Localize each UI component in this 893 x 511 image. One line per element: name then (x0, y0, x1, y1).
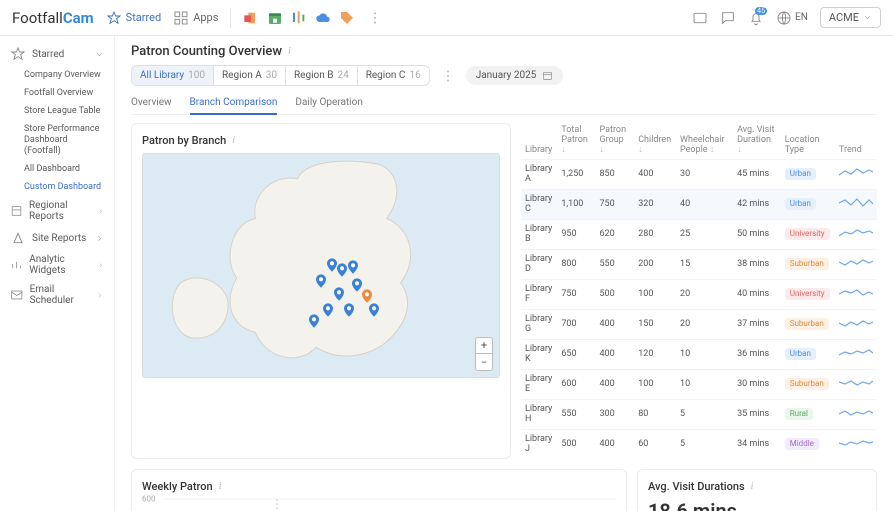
starred-link[interactable]: Starred (106, 10, 162, 26)
map-pin[interactable] (369, 303, 379, 317)
avd-card: Avg. Visit Durationsi 18.6 mins ↑ 6.3% 5… (637, 469, 877, 511)
sidebar: StarredCompany OverviewFootfall Overview… (0, 36, 115, 511)
table-row[interactable]: Library F7505001002040 minsUniversity (521, 279, 877, 309)
sidebar-item[interactable]: Regional Reports (0, 196, 114, 226)
table-row[interactable]: Library H55030080535 minsRural (521, 399, 877, 429)
segment-region b[interactable]: Region B 24 (286, 66, 358, 85)
th[interactable]: Total Patron ↓ (557, 123, 595, 159)
segment-all library[interactable]: All Library 100 (132, 66, 214, 85)
region-segments: All Library 100Region A 30Region B 24Reg… (131, 65, 430, 86)
map-card: Patron by Branchi + − (131, 123, 511, 459)
info-icon[interactable]: i (288, 46, 291, 57)
th[interactable]: Avg. Visit Duration ↓ (733, 123, 781, 159)
map-pin[interactable] (309, 314, 319, 328)
sidebar-item[interactable]: All Dashboard (0, 160, 114, 178)
icon-sliders[interactable] (291, 10, 307, 26)
sidebar-section-starred[interactable]: Starred (0, 42, 114, 66)
sidebar-item[interactable]: Email Scheduler (0, 280, 114, 310)
segment-region a[interactable]: Region A 30 (214, 66, 286, 85)
lang-switch[interactable]: EN (776, 10, 808, 26)
th[interactable]: Patron Group ↓ (596, 123, 635, 159)
sidebar-item[interactable]: Company Overview (0, 66, 114, 84)
icon-stack[interactable] (243, 10, 259, 26)
map-pin[interactable] (352, 278, 362, 292)
logo[interactable]: FootfallCam (12, 9, 94, 27)
table-row[interactable]: Library A1,2508504003045 minsUrban (521, 159, 877, 189)
icon-cloud[interactable] (315, 10, 331, 26)
table-row[interactable]: Library E6004001001030 minsSuburban (521, 369, 877, 399)
map-pin[interactable] (327, 258, 337, 272)
sidebar-item[interactable]: Custom Dashboard (0, 178, 114, 196)
sidebar-item[interactable]: Site Reports (0, 226, 114, 250)
avd-value: 18.6 mins (648, 499, 737, 511)
tab[interactable]: Branch Comparison (190, 92, 278, 115)
table-row[interactable]: Library D8005502001538 minsSuburban (521, 249, 877, 279)
tab[interactable]: Daily Operation (295, 92, 362, 115)
th[interactable]: Children ↓ (634, 123, 676, 159)
table-row[interactable]: Library G7004001502037 minsSuburban (521, 309, 877, 339)
notification-bell[interactable]: 45 (748, 10, 764, 26)
map[interactable]: + − (142, 153, 500, 378)
main: Patron Counting Overview i All Library 1… (115, 36, 893, 511)
icon-tag[interactable] (339, 10, 355, 26)
more-vert-icon[interactable] (367, 10, 383, 26)
sidebar-item[interactable]: Store Performance Dashboard (Footfall) (0, 120, 114, 160)
table-row[interactable]: Library K6504001201036 minsUrban (521, 339, 877, 369)
weekly-chart[interactable]: 6004002000Week 2Weekly Patron 300Week 1W… (142, 499, 616, 511)
tab[interactable]: Overview (131, 92, 172, 115)
info-icon[interactable]: i (219, 481, 222, 492)
segment-region c[interactable]: Region C 16 (358, 66, 429, 85)
map-pin[interactable] (348, 260, 358, 274)
th[interactable]: Location Type (781, 123, 835, 159)
info-icon[interactable]: i (751, 481, 754, 492)
map-pin[interactable] (362, 289, 372, 303)
sidebar-item[interactable]: Analytic Widgets (0, 250, 114, 280)
zoom-in[interactable]: + (476, 338, 492, 354)
table-card: LibraryTotal Patron ↓Patron Group ↓Child… (521, 123, 877, 459)
table-row[interactable]: Library B9506202802550 minsUniversity (521, 219, 877, 249)
app-icons (243, 10, 355, 26)
map-pin[interactable] (344, 303, 354, 317)
table-row[interactable]: Library J50040060534 minsMiddle (521, 429, 877, 459)
th[interactable]: Trend (835, 123, 877, 159)
map-pin[interactable] (323, 303, 333, 317)
map-pin[interactable] (337, 263, 347, 277)
topbar: FootfallCam Starred Apps 45 EN ACME (0, 0, 893, 36)
more-vert-icon[interactable] (440, 68, 456, 84)
tenant-select[interactable]: ACME (820, 7, 881, 28)
table-row[interactable]: Library C1,1007503204042 minsUrban (521, 189, 877, 219)
info-icon[interactable]: i (232, 135, 235, 146)
map-pin[interactable] (334, 287, 344, 301)
library-table: LibraryTotal Patron ↓Patron Group ↓Child… (521, 123, 877, 459)
weekly-chart-card: Weekly Patroni 6004002000Week 2Weekly Pa… (131, 469, 627, 511)
th[interactable]: Wheelchair People ↓ (676, 123, 733, 159)
icon-cal[interactable] (267, 10, 283, 26)
map-pin[interactable] (316, 274, 326, 288)
view-tabs: Overview Branch Comparison Daily Operation (131, 92, 877, 115)
zoom-out[interactable]: − (476, 354, 492, 370)
th[interactable]: Library (521, 123, 557, 159)
zoom-controls: + − (475, 337, 493, 371)
page-title: Patron Counting Overview (131, 44, 282, 59)
sidebar-item[interactable]: Store League Table (0, 102, 114, 120)
chat-icon[interactable] (720, 10, 736, 26)
apps-link[interactable]: Apps (173, 10, 218, 26)
sidebar-item[interactable]: Footfall Overview (0, 84, 114, 102)
date-picker[interactable]: January 2025 (466, 66, 564, 85)
window-icon[interactable] (692, 10, 708, 26)
